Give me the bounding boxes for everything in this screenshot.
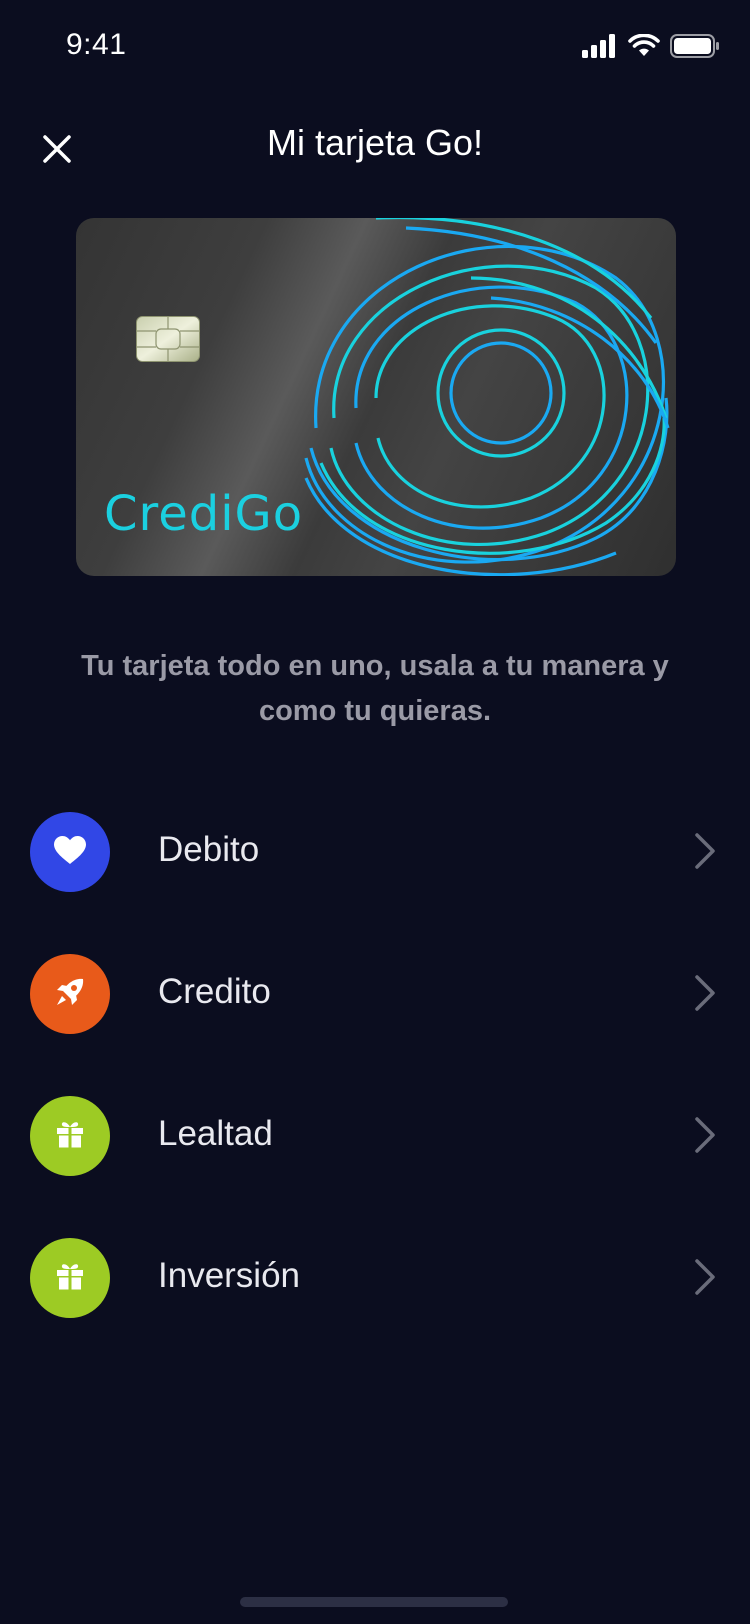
option-inversion[interactable]: Inversión: [0, 1236, 750, 1318]
page-title: Mi tarjeta Go!: [266, 122, 484, 163]
option-label: Credito: [158, 972, 271, 1011]
option-icon-circle: [30, 812, 110, 892]
card-brand-logo: CrediGo: [104, 486, 304, 542]
heart-icon: [53, 835, 87, 870]
rocket-icon: [53, 975, 87, 1014]
option-icon-circle: [30, 954, 110, 1034]
option-label: Lealtad: [158, 1114, 273, 1153]
card-chip-icon: [136, 316, 200, 367]
credit-card-image: CrediGo: [76, 218, 676, 576]
chevron-right-icon: [694, 1258, 716, 1301]
option-icon-circle: [30, 1238, 110, 1318]
gift-icon: [55, 1261, 85, 1296]
option-debito[interactable]: Debito: [0, 810, 750, 892]
home-indicator[interactable]: [240, 1597, 508, 1607]
cellular-signal-icon: [582, 34, 618, 63]
battery-icon: [670, 34, 720, 63]
chevron-right-icon: [694, 832, 716, 875]
card-options-list: Debito Credito Lealtad Inversión: [0, 810, 750, 1378]
header: Mi tarjeta Go!: [0, 110, 750, 180]
status-bar: 9:41: [0, 0, 750, 94]
option-credito[interactable]: Credito: [0, 952, 750, 1034]
chevron-right-icon: [694, 1116, 716, 1159]
tagline: Tu tarjeta todo en uno, usala a tu maner…: [81, 650, 669, 727]
chevron-right-icon: [694, 974, 716, 1017]
option-icon-circle: [30, 1096, 110, 1176]
option-label: Debito: [158, 830, 260, 869]
status-time: 9:41: [66, 28, 127, 61]
option-lealtad[interactable]: Lealtad: [0, 1094, 750, 1176]
gift-icon: [55, 1119, 85, 1154]
status-icons: [582, 33, 720, 63]
wifi-icon: [628, 33, 660, 63]
option-label: Inversión: [158, 1256, 301, 1295]
